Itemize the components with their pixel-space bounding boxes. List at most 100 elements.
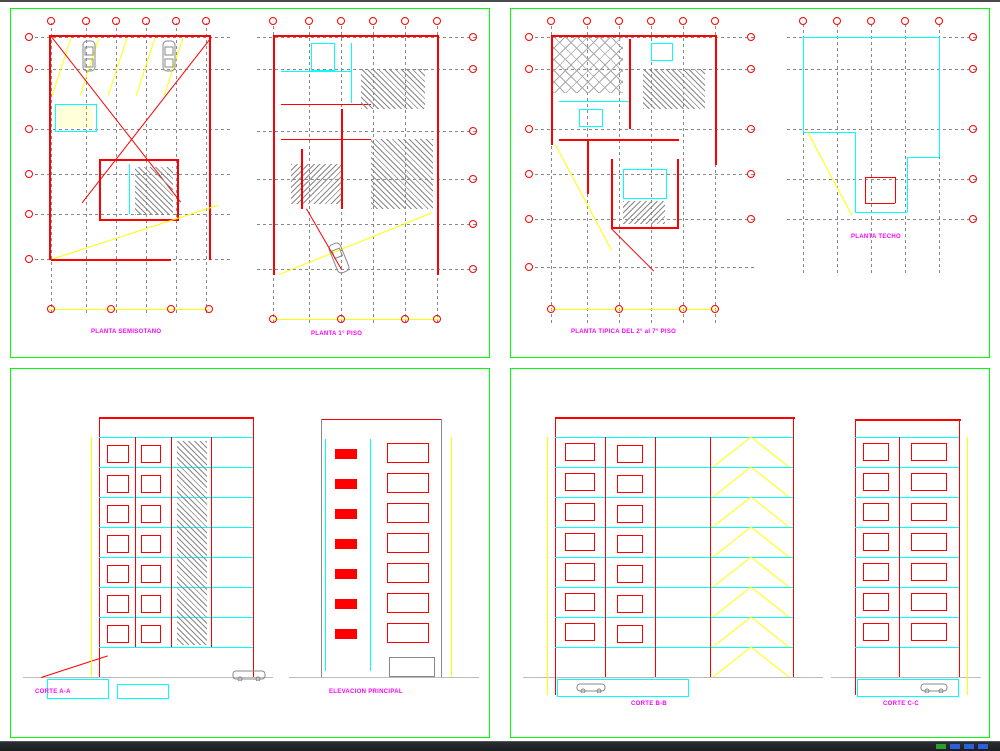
dim (967, 437, 968, 695)
grid-bubble (747, 33, 755, 41)
gridline (787, 219, 977, 220)
column (959, 419, 960, 677)
grid-bubble (747, 170, 755, 178)
window (911, 623, 947, 641)
cad-model-space[interactable]: PLANTA SEMISOTANO (0, 2, 1000, 742)
wall (865, 203, 895, 204)
window (911, 503, 947, 521)
gridline (257, 179, 477, 180)
status-led-icon (936, 744, 946, 749)
status-bar (0, 741, 1000, 751)
rail (335, 599, 357, 609)
rail (335, 629, 357, 639)
window (387, 473, 429, 493)
wall (677, 159, 679, 229)
grid-bubble (969, 175, 977, 183)
wall (611, 227, 679, 229)
sheet-bottom-right: CORTE B-B (510, 368, 990, 738)
window (863, 503, 889, 521)
partition (710, 437, 711, 677)
facade-edge (321, 419, 322, 677)
roof-edge (803, 37, 939, 38)
furniture (579, 109, 603, 127)
car-icon (161, 39, 177, 73)
slab (855, 467, 959, 468)
parapet (321, 419, 441, 420)
grid-bubble (25, 170, 33, 178)
window (863, 443, 889, 461)
parapet (555, 417, 795, 419)
plan-title-techo: PLANTA TECHO (851, 234, 901, 240)
gridline (206, 23, 207, 313)
grid-bubble (469, 265, 477, 273)
window (911, 473, 947, 491)
door (617, 565, 643, 583)
sheet-top-left: PLANTA SEMISOTANO (10, 8, 490, 358)
parking-line (52, 38, 71, 95)
gridline (35, 37, 233, 38)
dim (273, 319, 439, 320)
grid-bubble (205, 305, 213, 313)
grid-bubble (47, 17, 55, 25)
stair-section-icon (713, 437, 791, 681)
entry (389, 657, 435, 677)
column (555, 417, 556, 695)
grid-bubble (202, 17, 210, 25)
status-led-icon (950, 744, 960, 749)
slab (855, 557, 959, 558)
car-icon (81, 39, 97, 73)
door (617, 445, 643, 463)
section-title-c: CORTE C-C (883, 701, 919, 707)
slab (855, 587, 959, 588)
roof-edge (907, 157, 908, 212)
hatch (623, 201, 665, 224)
grid-bubble (269, 17, 277, 25)
wall (865, 177, 895, 178)
partition (899, 437, 900, 677)
window (565, 593, 595, 611)
grid-bubble (369, 17, 377, 25)
grid-bubble (525, 170, 533, 178)
window (107, 505, 129, 523)
car-icon (231, 667, 267, 681)
door (617, 595, 643, 613)
wall (559, 139, 679, 141)
lot-line (279, 212, 432, 275)
grid-bubble (969, 215, 977, 223)
grid-bubble (833, 17, 841, 25)
window (565, 443, 595, 461)
gridline (35, 214, 233, 215)
window (911, 533, 947, 551)
partition (655, 437, 656, 677)
rail (335, 539, 357, 549)
window (565, 623, 595, 641)
gridline (535, 129, 755, 130)
gridline (51, 23, 52, 313)
parking-line (108, 38, 127, 95)
grid-bubble (647, 17, 655, 25)
grid-bubble (799, 17, 807, 25)
door (141, 535, 161, 553)
grid-bubble (711, 305, 719, 313)
grid-bubble (679, 17, 687, 25)
grid-bubble (969, 125, 977, 133)
partition (351, 43, 352, 103)
column (793, 417, 794, 677)
grid-bubble (25, 255, 33, 263)
furniture (623, 169, 667, 199)
gridline (257, 37, 477, 38)
grid-bubble (305, 17, 313, 25)
wall (301, 149, 303, 209)
grid-bubble (547, 17, 555, 25)
wall (611, 159, 613, 229)
section-c (841, 409, 981, 709)
section-b (535, 409, 815, 709)
stair-hatch (135, 167, 173, 215)
plan-title-tipica: PLANTA TIPICA DEL 2° al 7° PISO (571, 329, 676, 335)
grid-bubble (172, 17, 180, 25)
partition (211, 437, 212, 647)
wall (341, 109, 343, 209)
furniture (651, 43, 673, 61)
plan-title-1piso: PLANTA 1° PISO (311, 331, 362, 337)
grid-bubble (469, 33, 477, 41)
